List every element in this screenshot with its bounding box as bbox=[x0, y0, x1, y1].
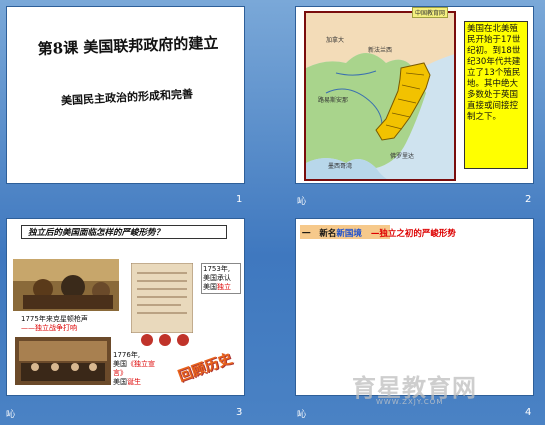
slide-3-mark: 吣 bbox=[6, 410, 16, 420]
colonies-note: 美国在北美殖民开始于17世纪初。到18世纪30年代共建立了13个殖民地。其中绝大… bbox=[464, 21, 528, 169]
slide-number-3: 3 bbox=[236, 407, 243, 418]
slide-title: 第8课 美国联邦政府的建立 bbox=[37, 33, 219, 59]
map-label-canada: 加拿大 bbox=[326, 37, 345, 44]
slide-2-thumbnail[interactable]: 加拿大 新法兰西 路易斯安那 墨西哥湾 佛罗里达 中国教育网 美国在北美殖民开始… bbox=[295, 6, 534, 184]
review-history-stamp: 回顾历史 bbox=[176, 350, 235, 386]
heading-part-b: 新国境 bbox=[336, 229, 362, 239]
heading-part-c: —独立之初的严峻形势 bbox=[370, 229, 456, 239]
slide-1-thumbnail[interactable]: 第8课 美国联邦政府的建立 美国民主政治的形成和完善 bbox=[6, 6, 245, 184]
declaration-painting bbox=[15, 337, 111, 385]
label-1775: 1775年来克星顿枪声 ——独立战争打响 bbox=[21, 315, 117, 333]
map-label-gulf: 墨西哥湾 bbox=[328, 163, 353, 170]
seals-image bbox=[141, 334, 189, 346]
colonial-map: 加拿大 新法兰西 路易斯安那 墨西哥湾 佛罗里达 bbox=[304, 11, 456, 181]
slide-number-1: 1 bbox=[236, 194, 243, 205]
heading-part-a: 新名 bbox=[319, 229, 337, 239]
slide-number-2: 2 bbox=[525, 194, 532, 205]
slide-number-4: 4 bbox=[525, 407, 532, 418]
document-image bbox=[131, 263, 193, 333]
watermark-url: WWW.ZXJY.COM bbox=[376, 398, 444, 406]
label-1776: 1776年, 美国《独立宣言》 美国诞生 bbox=[113, 351, 159, 387]
source-badge: 中国教育网 bbox=[412, 7, 449, 18]
slide-question: 独立后的美国面临怎样的严峻形势？ bbox=[21, 225, 227, 239]
slide-subtitle: 美国民主政治的形成和完善 bbox=[60, 87, 194, 108]
label-1753: 1753年, 美国承认 美国独立 bbox=[201, 263, 241, 294]
heading-prefix: 一 bbox=[302, 229, 311, 239]
slide-heading: 一 新名新国境 —独立之初的严峻形势 bbox=[302, 227, 456, 239]
battle-painting bbox=[13, 259, 119, 311]
map-label-louisiana: 路易斯安那 bbox=[318, 97, 349, 104]
map-label-florida: 佛罗里达 bbox=[390, 153, 415, 160]
map-label-new-france: 新法兰西 bbox=[368, 47, 393, 54]
slide-3-thumbnail[interactable]: 独立后的美国面临怎样的严峻形势？ 1775年来克星顿枪声 ——独立战争打响 17… bbox=[6, 218, 245, 396]
slide-4-mark: 吣 bbox=[297, 410, 307, 420]
slide-2-mark: 吣 bbox=[297, 197, 307, 207]
